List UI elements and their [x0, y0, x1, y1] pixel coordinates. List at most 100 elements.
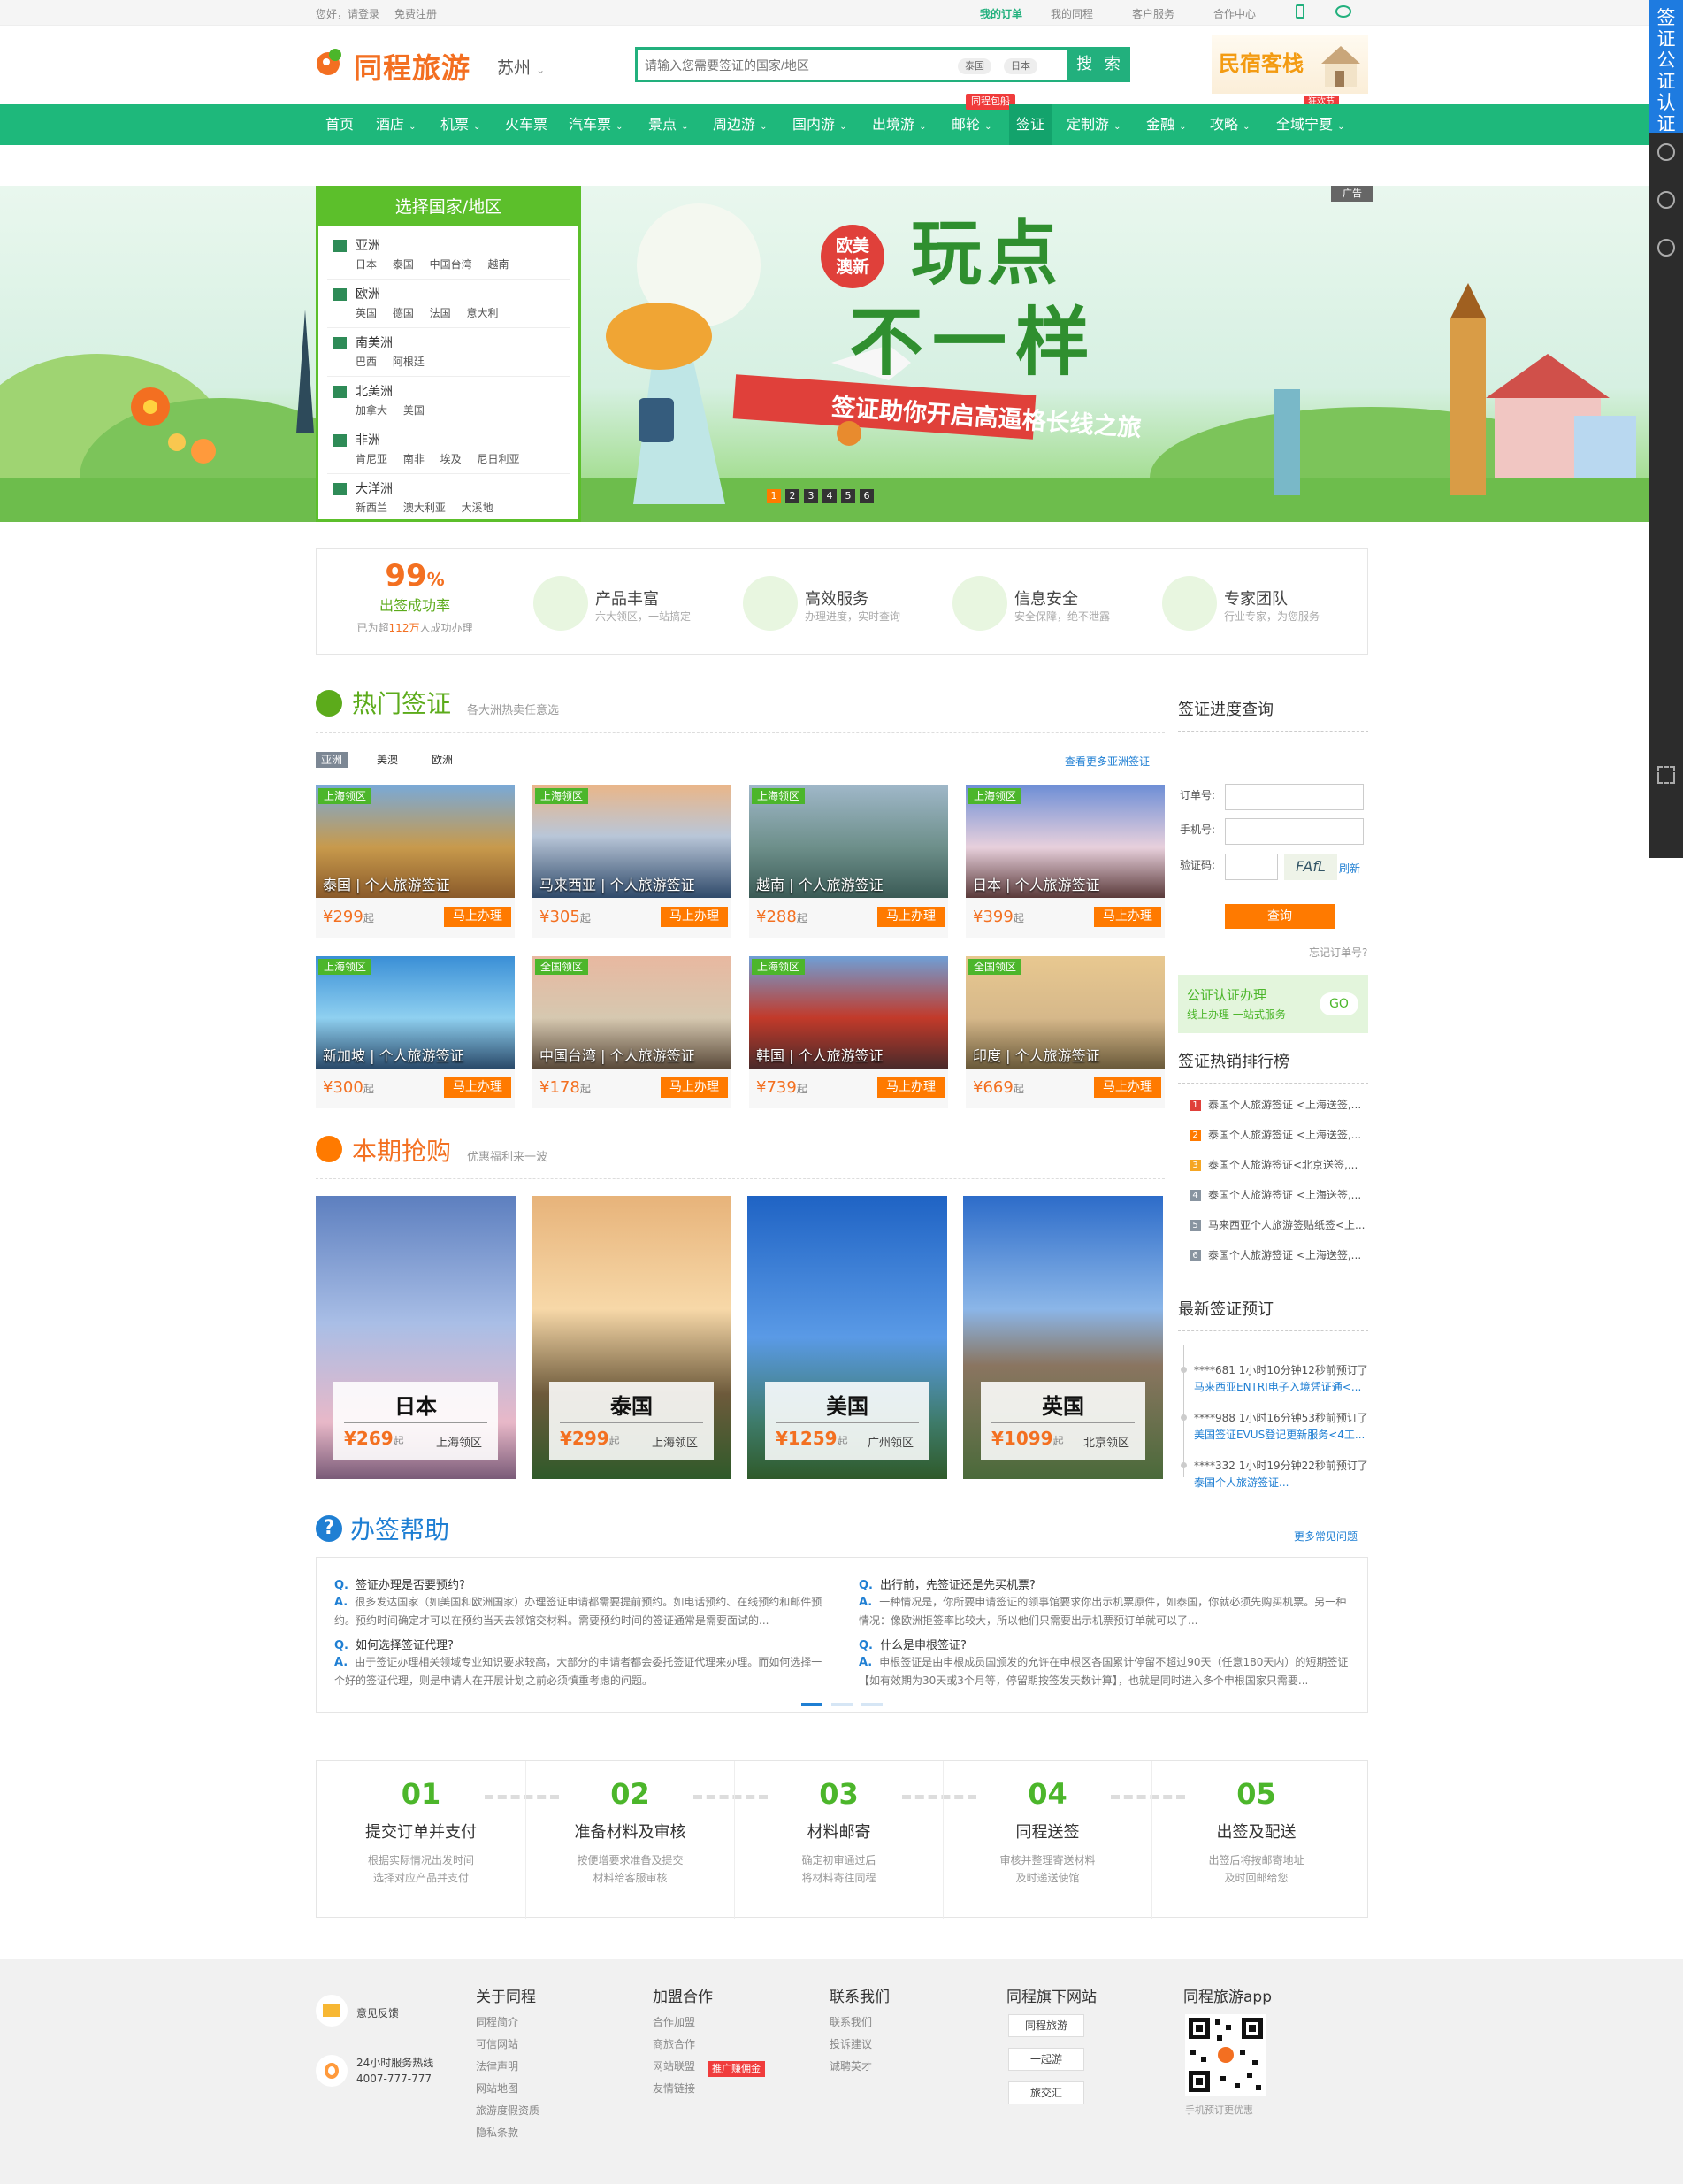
visa-card-image[interactable]: 上海领区 日本 | 个人旅游签证 [966, 785, 1165, 898]
nav-flight[interactable]: 机票 ⌄ [440, 104, 481, 145]
flash-card-thailand[interactable]: 泰国 ¥299起 上海领区 [532, 1196, 731, 1479]
footer-link[interactable]: 友情链接 [653, 2081, 695, 2096]
site-logo-lvjiaohui[interactable]: 旅交汇 [1008, 2081, 1084, 2104]
forgot-order-link[interactable]: 忘记订单号? [1309, 945, 1367, 960]
footer-link[interactable]: 旅游度假资质 [476, 2103, 539, 2118]
rank-item[interactable]: 1 泰国个人旅游签证 <上海送签,... [1190, 1097, 1361, 1112]
login-link[interactable]: 您好，请登录 [316, 6, 379, 21]
nav-domestic[interactable]: 国内游 ⌄ [792, 104, 847, 145]
nav-bus[interactable]: 汽车票 ⌄ [569, 104, 623, 145]
query-button[interactable]: 查询 [1225, 904, 1335, 929]
region-africa[interactable]: 非洲 肯尼亚 南非 埃及 尼日利亚 [327, 425, 570, 474]
nav-custom[interactable]: 定制游 ⌄ [1067, 104, 1121, 145]
order-number-input[interactable] [1225, 784, 1364, 810]
refresh-captcha-link[interactable]: 刷新 [1339, 861, 1360, 876]
rank-item[interactable]: 4 泰国个人旅游签证 <上海送签,... [1190, 1187, 1361, 1202]
footer-link[interactable]: 投诉建议 [830, 2036, 872, 2051]
more-faq-link[interactable]: 更多常见问题 [1294, 1529, 1358, 1544]
footer-link[interactable]: 合作加盟 [653, 2014, 695, 2029]
nav-ningxia[interactable]: 全域宁夏 ⌄ [1276, 104, 1345, 145]
visa-card-image[interactable]: 上海领区 韩国 | 个人旅游签证 [749, 956, 948, 1069]
region-asia[interactable]: 亚洲 日本 泰国 中国台湾 越南 [327, 231, 570, 280]
region-countries[interactable]: 加拿大 美国 [356, 402, 425, 418]
footer-link[interactable]: 法律声明 [476, 2058, 518, 2073]
rank-item[interactable]: 3 泰国个人旅游签证<北京送签,... [1190, 1157, 1358, 1172]
carousel-dot-5[interactable]: 5 [841, 489, 855, 503]
region-oceania[interactable]: 大洋洲 新西兰 澳大利亚 大溪地 [327, 474, 570, 523]
footer-link[interactable]: 诚聘英才 [830, 2058, 872, 2073]
search-chip-japan[interactable]: 日本 [1004, 58, 1037, 74]
search-input[interactable] [645, 56, 928, 75]
user-icon[interactable] [1657, 143, 1675, 161]
region-countries[interactable]: 新西兰 澳大利亚 大溪地 [356, 500, 493, 515]
tab-europe[interactable]: 欧洲 [426, 752, 458, 768]
register-link[interactable]: 免费注册 [394, 6, 437, 21]
rank-item[interactable]: 2 泰国个人旅游签证 <上海送签,... [1190, 1127, 1361, 1142]
apply-now-button[interactable]: 马上办理 [661, 1077, 728, 1098]
wechat-icon[interactable] [1657, 191, 1675, 209]
notary-banner[interactable]: 公证认证办理 线上办理 一站式服务 GO [1178, 975, 1368, 1033]
region-europe[interactable]: 欧洲 英国 德国 法国 意大利 [327, 280, 570, 328]
visa-card[interactable]: 上海领区 日本 | 个人旅游签证 ¥399起 马上办理 [966, 785, 1165, 945]
faq-page-dot-3[interactable] [861, 1703, 883, 1706]
tab-americas-oceania[interactable]: 美澳 [371, 752, 403, 768]
visa-card[interactable]: 上海领区 韩国 | 个人旅游签证 ¥739起 马上办理 [749, 956, 948, 1115]
carousel-dot-4[interactable]: 4 [822, 489, 837, 503]
recent-booking-product[interactable]: 泰国个人旅游签证... [1194, 1475, 1289, 1490]
footer-link[interactable]: 可信网站 [476, 2036, 518, 2051]
faq-question[interactable]: Q. 如何选择签证代理? [334, 1636, 454, 1652]
nav-outbound[interactable]: 出境游 ⌄ [872, 104, 927, 145]
visa-card[interactable]: 上海领区 越南 | 个人旅游签证 ¥288起 马上办理 [749, 785, 948, 945]
footer-link[interactable]: 商旅合作 [653, 2036, 695, 2051]
visa-card-image[interactable]: 上海领区 新加坡 | 个人旅游签证 [316, 956, 515, 1069]
tab-asia[interactable]: 亚洲 [316, 752, 348, 768]
footer-link[interactable]: 联系我们 [830, 2014, 872, 2029]
wechat-icon[interactable] [1335, 5, 1351, 18]
apply-now-button[interactable]: 马上办理 [444, 1077, 511, 1098]
footer-link[interactable]: 网站联盟 [653, 2058, 695, 2073]
my-trips-link[interactable]: 我的同程 [1051, 6, 1093, 21]
rank-item[interactable]: 6 泰国个人旅游签证 <上海送签,... [1190, 1247, 1361, 1262]
mobile-icon[interactable] [1296, 4, 1304, 19]
site-logo-tongcheng[interactable]: 同程旅游 [1008, 2014, 1084, 2037]
region-countries[interactable]: 肯尼亚 南非 埃及 尼日利亚 [356, 451, 519, 466]
faq-question[interactable]: Q. 出行前，先签证还是先买机票? [859, 1575, 1036, 1592]
visa-card-image[interactable]: 上海领区 马来西亚 | 个人旅游签证 [532, 785, 731, 898]
apply-now-button[interactable]: 马上办理 [444, 907, 511, 927]
city-selector[interactable]: 苏州 ⌄ [497, 55, 545, 79]
carousel-dot-1[interactable]: 1 [767, 489, 781, 503]
visa-card-image[interactable]: 全国领区 中国台湾 | 个人旅游签证 [532, 956, 731, 1069]
region-north-america[interactable]: 北美洲 加拿大 美国 [327, 377, 570, 425]
notary-certification-tab[interactable]: 签证公证认证 [1649, 0, 1683, 134]
visa-card-image[interactable]: 上海领区 越南 | 个人旅游签证 [749, 785, 948, 898]
notary-go-button[interactable]: GO [1320, 992, 1358, 1015]
apply-now-button[interactable]: 马上办理 [1094, 907, 1161, 927]
nav-train[interactable]: 火车票 [505, 104, 547, 145]
promo-banner[interactable]: 民宿客栈 狂欢节 [1212, 35, 1368, 110]
region-countries[interactable]: 英国 德国 法国 意大利 [356, 305, 498, 320]
nav-nearby[interactable]: 周边游 ⌄ [713, 104, 768, 145]
apply-now-button[interactable]: 马上办理 [877, 907, 945, 927]
visa-card-image[interactable]: 上海领区 泰国 | 个人旅游签证 [316, 785, 515, 898]
more-visa-link[interactable]: 查看更多亚洲签证 [1065, 754, 1150, 769]
flash-card-usa[interactable]: 美国 ¥1259起 广州领区 [747, 1196, 947, 1479]
region-south-america[interactable]: 南美洲 巴西 阿根廷 [327, 328, 570, 377]
flash-card-uk[interactable]: 英国 ¥1099起 北京领区 [963, 1196, 1163, 1479]
nav-attractions[interactable]: 景点 ⌄ [648, 104, 689, 145]
captcha-input[interactable] [1225, 854, 1278, 880]
site-logo-yiqiyou[interactable]: 一起游 [1008, 2048, 1084, 2071]
hero-banner[interactable]: 欧美 澳新 玩点 不一样 签证助你开启高逼格长线之旅 [0, 186, 1649, 522]
carousel-dot-2[interactable]: 2 [785, 489, 799, 503]
apply-now-button[interactable]: 马上办理 [1094, 1077, 1161, 1098]
scan-icon[interactable] [1657, 766, 1675, 784]
footer-link[interactable]: 同程简介 [476, 2014, 518, 2029]
logo-text[interactable]: 同程旅游 [354, 46, 470, 87]
search-button[interactable]: 搜 索 [1070, 47, 1130, 82]
carousel-dot-6[interactable]: 6 [860, 489, 874, 503]
footer-link[interactable]: 隐私条款 [476, 2125, 518, 2140]
region-countries[interactable]: 日本 泰国 中国台湾 越南 [356, 257, 509, 272]
rank-item[interactable]: 5 马来西亚个人旅游签贴纸签<上... [1190, 1217, 1366, 1232]
nav-visa[interactable]: 签证 [1009, 104, 1052, 145]
logo-icon[interactable] [316, 46, 344, 81]
recent-booking-product[interactable]: 美国签证EVUS登记更新服务<4工... [1194, 1427, 1365, 1442]
